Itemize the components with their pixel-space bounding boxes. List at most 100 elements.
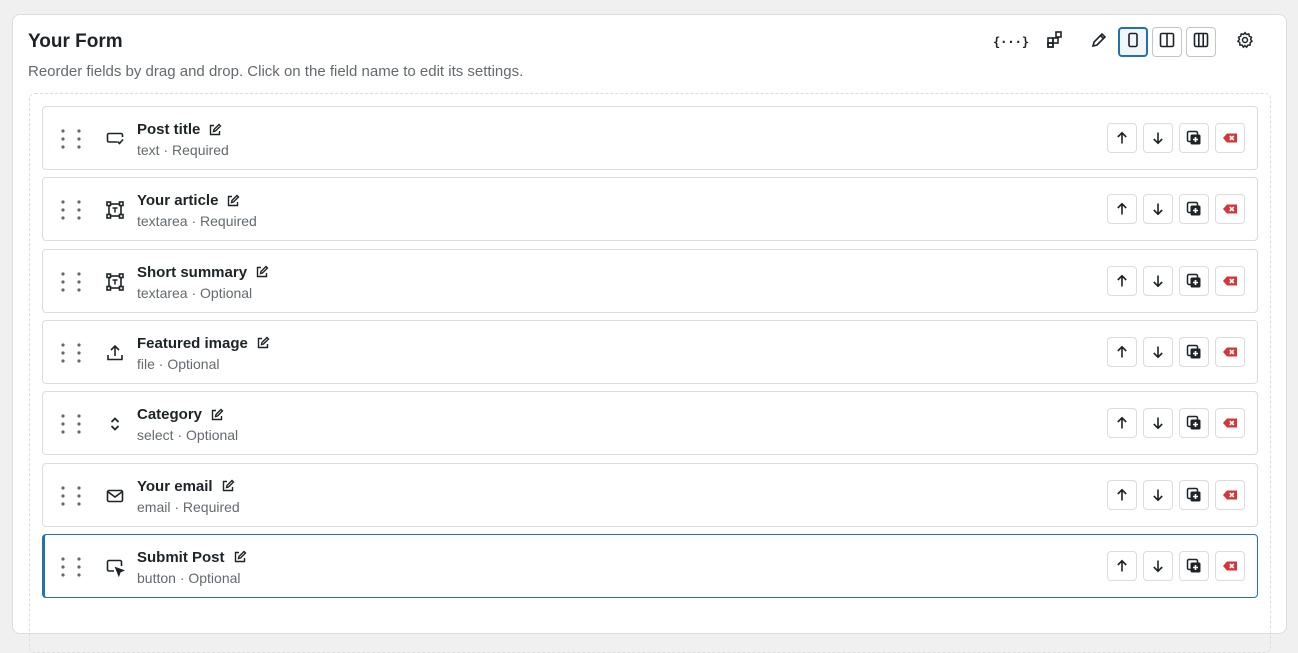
field-name: Submit Post bbox=[137, 548, 225, 566]
drag-handle-icon[interactable] bbox=[58, 198, 84, 222]
move-down-button[interactable] bbox=[1143, 408, 1173, 439]
duplicate-icon bbox=[1186, 273, 1202, 289]
move-down-icon bbox=[1150, 201, 1166, 217]
variables-button[interactable]: {···} bbox=[992, 27, 1030, 57]
two-column-icon bbox=[1158, 31, 1176, 54]
drag-handle-icon[interactable] bbox=[58, 412, 84, 436]
duplicate-button[interactable] bbox=[1179, 194, 1209, 225]
duplicate-button[interactable] bbox=[1179, 408, 1209, 439]
delete-button[interactable] bbox=[1215, 550, 1245, 581]
field-meta: textarea · Required bbox=[137, 213, 257, 230]
upload-icon bbox=[105, 343, 125, 363]
field-row[interactable]: Category select · Optional bbox=[42, 391, 1258, 456]
field-name: Short summary bbox=[137, 263, 248, 281]
duplicate-button[interactable] bbox=[1179, 265, 1209, 296]
field-meta: button · Optional bbox=[137, 569, 241, 586]
drag-handle-icon[interactable] bbox=[58, 127, 84, 151]
move-up-button[interactable] bbox=[1107, 194, 1137, 225]
move-down-button[interactable] bbox=[1143, 336, 1173, 367]
drag-handle-icon[interactable] bbox=[58, 341, 84, 365]
delete-button[interactable] bbox=[1215, 265, 1245, 296]
delete-icon bbox=[1222, 344, 1238, 360]
duplicate-button[interactable] bbox=[1179, 550, 1209, 581]
text-input-icon bbox=[105, 129, 125, 149]
button-cursor-icon bbox=[105, 557, 126, 578]
move-up-button[interactable] bbox=[1107, 265, 1137, 296]
edit-icon bbox=[210, 408, 224, 422]
move-up-icon bbox=[1114, 487, 1130, 503]
move-down-button[interactable] bbox=[1143, 194, 1173, 225]
move-up-icon bbox=[1114, 201, 1130, 217]
duplicate-icon bbox=[1186, 487, 1202, 503]
field-row[interactable]: Featured image file · Optional bbox=[42, 319, 1258, 384]
move-up-button[interactable] bbox=[1107, 336, 1137, 367]
delete-icon bbox=[1222, 130, 1238, 146]
edit-icon bbox=[226, 194, 240, 208]
move-up-button[interactable] bbox=[1107, 408, 1137, 439]
move-down-button[interactable] bbox=[1143, 265, 1173, 296]
variables-icon: {···} bbox=[992, 35, 1030, 49]
delete-icon bbox=[1222, 201, 1238, 217]
add-block-button[interactable] bbox=[1040, 27, 1070, 57]
field-row[interactable]: Your email email · Required bbox=[42, 462, 1258, 527]
single-column-layout-button[interactable] bbox=[1118, 27, 1148, 57]
drag-handle-icon[interactable] bbox=[58, 555, 84, 579]
row-actions bbox=[1107, 550, 1245, 581]
delete-button[interactable] bbox=[1215, 123, 1245, 153]
field-meta: file · Optional bbox=[137, 355, 220, 372]
fields-dropzone[interactable]: Post title text · Required Your article tex… bbox=[29, 93, 1271, 653]
edit-icon bbox=[208, 123, 222, 137]
row-actions bbox=[1107, 265, 1245, 296]
form-settings-button[interactable] bbox=[1230, 27, 1260, 57]
duplicate-button[interactable] bbox=[1179, 123, 1209, 153]
move-down-button[interactable] bbox=[1143, 550, 1173, 581]
field-name-link[interactable]: Category bbox=[137, 406, 224, 423]
drag-handle-icon[interactable] bbox=[58, 484, 84, 508]
duplicate-button[interactable] bbox=[1179, 479, 1209, 510]
field-row[interactable]: Short summary textarea · Optional bbox=[42, 248, 1258, 313]
three-column-layout-button[interactable] bbox=[1186, 27, 1216, 57]
field-name-link[interactable]: Short summary bbox=[137, 264, 269, 281]
field-name-link[interactable]: Post title bbox=[137, 121, 222, 138]
edit-form-button[interactable] bbox=[1084, 27, 1114, 57]
move-up-icon bbox=[1114, 130, 1130, 146]
single-column-icon bbox=[1124, 31, 1142, 54]
field-row[interactable]: Your article textarea · Required bbox=[42, 177, 1258, 242]
field-name: Your email bbox=[137, 477, 213, 495]
field-meta: textarea · Optional bbox=[137, 284, 253, 301]
duplicate-button[interactable] bbox=[1179, 336, 1209, 367]
duplicate-icon bbox=[1186, 415, 1202, 431]
move-down-button[interactable] bbox=[1143, 123, 1173, 153]
three-column-icon bbox=[1192, 31, 1210, 54]
move-down-icon bbox=[1150, 344, 1166, 360]
move-up-button[interactable] bbox=[1107, 479, 1137, 510]
move-up-icon bbox=[1114, 273, 1130, 289]
field-name-link[interactable]: Featured image bbox=[137, 335, 270, 352]
row-actions bbox=[1107, 194, 1245, 225]
delete-button[interactable] bbox=[1215, 336, 1245, 367]
field-name-link[interactable]: Your email bbox=[137, 478, 235, 495]
row-actions bbox=[1107, 479, 1245, 510]
two-column-layout-button[interactable] bbox=[1152, 27, 1182, 57]
field-row[interactable]: Post title text · Required bbox=[42, 106, 1258, 170]
field-meta: email · Required bbox=[137, 498, 240, 515]
field-name-link[interactable]: Submit Post bbox=[137, 549, 247, 566]
delete-button[interactable] bbox=[1215, 408, 1245, 439]
move-down-button[interactable] bbox=[1143, 479, 1173, 510]
field-row[interactable]: Submit Post button · Optional bbox=[42, 533, 1258, 598]
delete-button[interactable] bbox=[1215, 194, 1245, 225]
textarea-icon bbox=[105, 272, 125, 292]
drag-handle-icon[interactable] bbox=[58, 270, 84, 294]
field-name: Category bbox=[137, 406, 203, 424]
move-up-button[interactable] bbox=[1107, 123, 1137, 153]
textarea-icon bbox=[105, 200, 125, 220]
add-block-icon bbox=[1046, 30, 1064, 54]
edit-icon bbox=[233, 550, 247, 564]
field-name: Post title bbox=[137, 121, 201, 138]
move-up-button[interactable] bbox=[1107, 550, 1137, 581]
field-name: Featured image bbox=[137, 334, 248, 352]
move-up-icon bbox=[1114, 558, 1130, 574]
duplicate-icon bbox=[1186, 201, 1202, 217]
field-name-link[interactable]: Your article bbox=[137, 192, 240, 209]
delete-button[interactable] bbox=[1215, 479, 1245, 510]
